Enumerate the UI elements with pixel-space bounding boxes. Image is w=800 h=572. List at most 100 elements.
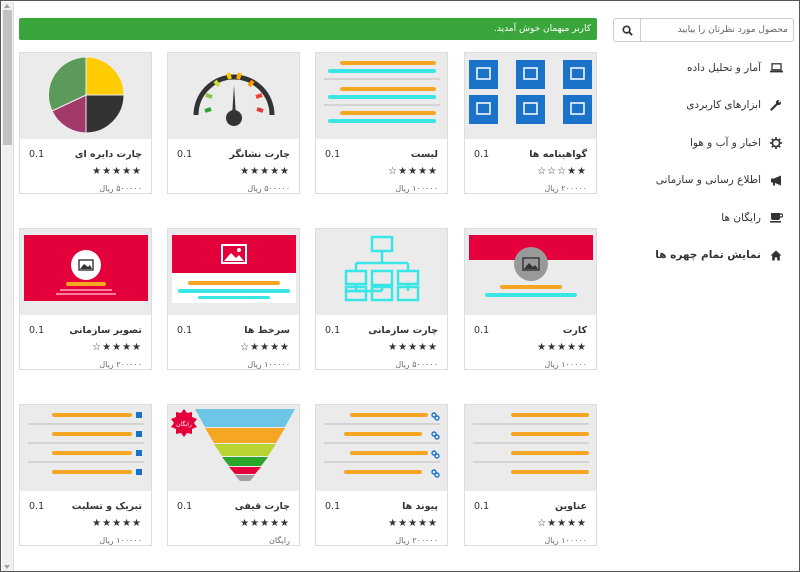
card-thumbnail-icon bbox=[469, 235, 593, 297]
card-thumbnail bbox=[168, 229, 299, 315]
card-version: 0.1 bbox=[474, 325, 490, 336]
rating-stars: ★★★★★ bbox=[388, 518, 438, 529]
card-thumbnail bbox=[465, 53, 596, 139]
card-thumbnail bbox=[316, 405, 447, 491]
card-title[interactable]: تبریک و تسلیت bbox=[72, 501, 142, 512]
rating-stars: ★★★★☆ bbox=[92, 342, 142, 353]
menu-item-news-weather[interactable]: اخبار و آب و هوا bbox=[613, 124, 783, 162]
card-title[interactable]: کارت bbox=[563, 325, 587, 336]
rating-stars: ★★★★★ bbox=[388, 342, 438, 353]
card-price: ۵۰۰۰۰۰ ریال bbox=[99, 184, 142, 193]
product-card-list[interactable]: لیست 0.1 ★★★★☆ ۱۰۰۰۰۰ ریال bbox=[315, 52, 448, 194]
wrench-icon bbox=[770, 100, 782, 111]
card-version: 0.1 bbox=[474, 149, 490, 160]
list-thumbnail-icon bbox=[324, 61, 440, 123]
pie-thumbnail-icon bbox=[47, 56, 125, 134]
rating-stars: ★★★★★ bbox=[92, 518, 142, 529]
rating-stars: ★★★★☆ bbox=[240, 342, 290, 353]
card-price: ۲۰۰۰۰۰ ریال bbox=[395, 536, 438, 545]
laptop-icon bbox=[769, 62, 783, 73]
menu-item-notification[interactable]: اطلاع رسانی و سازمانی bbox=[613, 162, 783, 200]
greetings-thumbnail-icon bbox=[28, 412, 144, 475]
product-card-card[interactable]: کارت 0.1 ★★★★★ ۱۰۰۰۰۰ ریال bbox=[464, 228, 597, 370]
card-price: ۱۰۰۰۰۰ ریال bbox=[544, 536, 587, 545]
scroll-down-arrow[interactable] bbox=[4, 565, 10, 569]
coffee-icon bbox=[769, 213, 783, 223]
card-title[interactable]: گواهینامه ها bbox=[529, 149, 587, 160]
search-button[interactable] bbox=[613, 18, 641, 42]
menu-item-free[interactable]: رایگان ها bbox=[613, 199, 783, 237]
product-card-titles[interactable]: عناوین 0.1 ★★★★☆ ۱۰۰۰۰۰ ریال bbox=[464, 404, 597, 546]
card-title[interactable]: عناوین bbox=[555, 501, 587, 512]
rating-stars: ★★☆☆☆ bbox=[537, 166, 587, 177]
home-icon bbox=[770, 250, 782, 261]
free-badge-label: رایگان bbox=[176, 420, 192, 428]
card-version: 0.1 bbox=[325, 501, 341, 512]
card-price: ۲۰۰۰۰۰ ریال bbox=[99, 360, 142, 369]
card-thumbnail bbox=[20, 405, 151, 491]
card-price: ۵۰۰۰۰۰ ریال bbox=[395, 360, 438, 369]
scroll-up-arrow[interactable] bbox=[4, 4, 10, 8]
category-menu: آمار و تحلیل داده ابزارهای کاربردی اخبار… bbox=[613, 49, 783, 274]
card-thumbnail: رایگان bbox=[168, 405, 299, 491]
menu-item-show-all[interactable]: نمایش تمام چهره ها bbox=[613, 237, 783, 275]
gauge-thumbnail-icon bbox=[193, 72, 275, 126]
card-title[interactable]: تصویر سازمانی bbox=[69, 325, 142, 336]
product-card-headlines[interactable]: سرخط ها 0.1 ★★★★☆ ۱۰۰۰۰۰ ریال bbox=[167, 228, 300, 370]
product-card-pie-chart[interactable]: چارت دایره ای 0.1 ★★★★★ ۵۰۰۰۰۰ ریال bbox=[19, 52, 152, 194]
card-thumbnail bbox=[316, 53, 447, 139]
card-thumbnail bbox=[465, 405, 596, 491]
product-card-funnel-chart[interactable]: رایگان چارت قیفی 0.1 ★★★★★ رایگان bbox=[167, 404, 300, 546]
gear-icon bbox=[770, 136, 782, 149]
search-icon bbox=[621, 24, 633, 36]
card-version: 0.1 bbox=[29, 149, 45, 160]
menu-item-data-analysis[interactable]: آمار و تحلیل داده bbox=[613, 49, 783, 87]
titles-thumbnail-icon bbox=[473, 413, 589, 474]
vertical-scrollbar[interactable] bbox=[2, 2, 14, 571]
card-title[interactable]: پیوند ها bbox=[402, 501, 438, 512]
scrollbar-thumb[interactable] bbox=[3, 10, 12, 145]
welcome-text: کاربر میهمان خوش آمدید. bbox=[493, 24, 591, 34]
card-price: ۱۰۰۰۰۰ ریال bbox=[99, 536, 142, 545]
card-version: 0.1 bbox=[325, 149, 341, 160]
rating-stars: ★★★★☆ bbox=[388, 166, 438, 177]
welcome-banner: کاربر میهمان خوش آمدید. bbox=[19, 18, 597, 40]
rating-stars: ★★★★☆ bbox=[537, 518, 587, 529]
card-title[interactable]: چارت نشانگر bbox=[229, 149, 290, 160]
card-price: رایگان bbox=[268, 536, 290, 545]
card-version: 0.1 bbox=[177, 325, 193, 336]
card-title[interactable]: چارت دایره ای bbox=[75, 149, 142, 160]
product-card-greetings[interactable]: تبریک و تسلیت 0.1 ★★★★★ ۱۰۰۰۰۰ ریال bbox=[19, 404, 152, 546]
product-card-certificates[interactable]: گواهینامه ها 0.1 ★★☆☆☆ ۲۰۰۰۰۰ ریال bbox=[464, 52, 597, 194]
search-box bbox=[613, 18, 794, 42]
card-price: ۵۰۰۰۰۰ ریال bbox=[247, 184, 290, 193]
card-thumbnail bbox=[465, 229, 596, 315]
org-chart-thumbnail-icon bbox=[344, 235, 420, 302]
card-price: ۱۰۰۰۰۰ ریال bbox=[544, 360, 587, 369]
card-title[interactable]: چارت قیفی bbox=[235, 501, 290, 512]
product-card-gauge-chart[interactable]: چارت نشانگر 0.1 ★★★★★ ۵۰۰۰۰۰ ریال bbox=[167, 52, 300, 194]
menu-item-tools[interactable]: ابزارهای کاربردی bbox=[613, 87, 783, 125]
card-title[interactable]: سرخط ها bbox=[244, 325, 290, 336]
card-version: 0.1 bbox=[29, 325, 45, 336]
card-thumbnail bbox=[316, 229, 447, 315]
bullhorn-icon bbox=[770, 175, 781, 186]
rating-stars: ★★★★★ bbox=[537, 342, 587, 353]
links-thumbnail-icon bbox=[324, 412, 440, 478]
card-thumbnail bbox=[20, 229, 151, 315]
product-card-org-chart[interactable]: چارت سازمانی 0.1 ★★★★★ ۵۰۰۰۰۰ ریال bbox=[315, 228, 448, 370]
product-card-links[interactable]: پیوند ها 0.1 ★★★★★ ۲۰۰۰۰۰ ریال bbox=[315, 404, 448, 546]
rating-stars: ★★★★★ bbox=[240, 166, 290, 177]
card-title[interactable]: چارت سازمانی bbox=[368, 325, 438, 336]
card-version: 0.1 bbox=[177, 149, 193, 160]
rating-stars: ★★★★★ bbox=[92, 166, 142, 177]
card-thumbnail bbox=[168, 53, 299, 139]
card-title[interactable]: لیست bbox=[411, 149, 438, 160]
card-thumbnail bbox=[20, 53, 151, 139]
headlines-thumbnail-icon bbox=[172, 235, 296, 303]
card-version: 0.1 bbox=[29, 501, 45, 512]
search-input[interactable] bbox=[641, 18, 794, 42]
product-card-org-image[interactable]: تصویر سازمانی 0.1 ★★★★☆ ۲۰۰۰۰۰ ریال bbox=[19, 228, 152, 370]
certificates-thumbnail-icon bbox=[469, 60, 592, 124]
card-version: 0.1 bbox=[325, 325, 341, 336]
